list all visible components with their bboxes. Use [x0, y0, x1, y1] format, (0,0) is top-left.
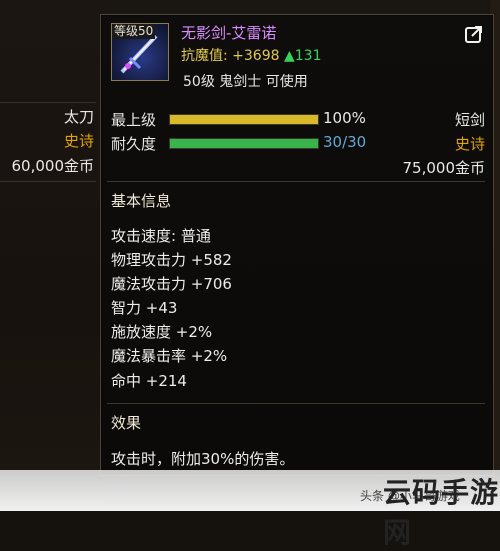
durability-bar-fill [170, 139, 318, 148]
max-level-bar-fill [170, 115, 318, 124]
share-icon[interactable] [463, 23, 485, 45]
requirement: 50级 鬼剑士 可使用 [183, 74, 308, 90]
stat-line: 魔法暴击率 +2% [111, 347, 228, 365]
max-level-bar [169, 114, 319, 125]
resist-value: 抗魔值: +3698 [181, 48, 280, 64]
watermark-brand: 云码手游网 [383, 476, 500, 549]
left-weapon-type: 太刀 [63, 108, 94, 126]
divider [107, 403, 485, 404]
effect-text: 攻击时，附加30%的伤害。 [111, 450, 295, 468]
max-level-label: 最上级 [111, 111, 157, 129]
durability-label: 耐久度 [111, 135, 157, 153]
weapon-type: 短剑 [454, 111, 485, 129]
item-icon: 等级50 [111, 23, 169, 81]
stat-line: 命中 +214 [111, 372, 187, 390]
effect-title: 效果 [111, 414, 142, 432]
stat-line: 攻击速度: 普通 [111, 227, 211, 245]
rarity: 史诗 [454, 135, 485, 153]
resist-gain: ▲131 [283, 48, 322, 64]
level-badge: 等级50 [112, 24, 156, 39]
durability-value: 30/30 [323, 133, 367, 151]
durability-bar [169, 138, 319, 149]
item-name: 无影剑-艾雷诺 [181, 24, 277, 42]
divider [107, 181, 485, 182]
stat-line: 智力 +43 [111, 299, 178, 317]
resist-row: 抗魔值: +3698 ▲131 [181, 45, 321, 65]
price: 75,000金币 [402, 159, 486, 177]
left-rarity: 史诗 [63, 132, 94, 150]
basic-info-title: 基本信息 [111, 192, 172, 210]
top-background [100, 0, 500, 14]
left-price: 60,000金币 [11, 157, 95, 175]
stat-line: 物理攻击力 +582 [111, 251, 232, 269]
left-background [0, 0, 100, 511]
item-tooltip: 等级50 无影剑-艾雷诺 抗魔值: +3698 ▲131 50级 鬼剑士 可使用… [100, 14, 494, 476]
stat-line: 施放速度 +2% [111, 323, 213, 341]
max-level-value: 100% [323, 109, 366, 127]
stat-line: 魔法攻击力 +706 [111, 275, 232, 293]
